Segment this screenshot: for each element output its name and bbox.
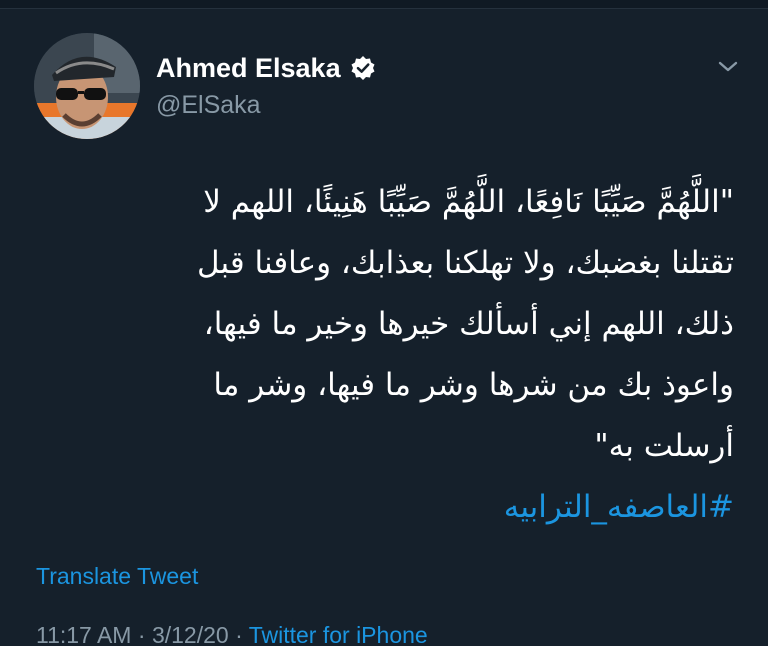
tweet-date[interactable]: 3/12/20	[152, 622, 229, 646]
tweet-source-link[interactable]: Twitter for iPhone	[249, 622, 428, 646]
top-divider	[0, 0, 768, 9]
tweet-time[interactable]: 11:17 AM	[36, 622, 131, 646]
profile-photo-icon	[34, 33, 140, 139]
chevron-down-icon[interactable]	[714, 55, 742, 77]
tweet-text-line: "اللَّهُمَّ صَيِّبًا نَافِعًا، اللَّهُمَ…	[203, 184, 734, 220]
author-display-name[interactable]: Ahmed Elsaka	[156, 52, 341, 84]
translate-tweet-link[interactable]: Translate Tweet	[36, 563, 198, 590]
meta-separator: ·	[228, 622, 249, 646]
tweet-text: "اللَّهُمَّ صَيِّبًا نَافِعًا، اللَّهُمَ…	[34, 172, 734, 538]
hashtag-link[interactable]: #العاصفه_الترابيه	[34, 477, 734, 538]
tweet-author: Ahmed Elsaka @ElSaka	[156, 52, 376, 120]
meta-separator: ·	[131, 622, 152, 646]
tweet-text-line: تقتلنا بغضبك، ولا تهلكنا بعذابك، وعافنا …	[197, 245, 734, 281]
avatar[interactable]	[34, 33, 140, 139]
tweet-metadata: 11:17 AM · 3/12/20 · Twitter for iPhone	[36, 622, 428, 646]
author-handle[interactable]: @ElSaka	[156, 90, 376, 120]
verified-badge-icon	[350, 55, 376, 81]
tweet-text-line: واعوذ بك من شرها وشر ما فيها، وشر ما	[213, 367, 734, 403]
tweet-text-line: أرسلت به"	[594, 428, 734, 464]
tweet-text-line: ذلك، اللهم إني أسألك خيرها وخير ما فيها،	[203, 306, 734, 342]
